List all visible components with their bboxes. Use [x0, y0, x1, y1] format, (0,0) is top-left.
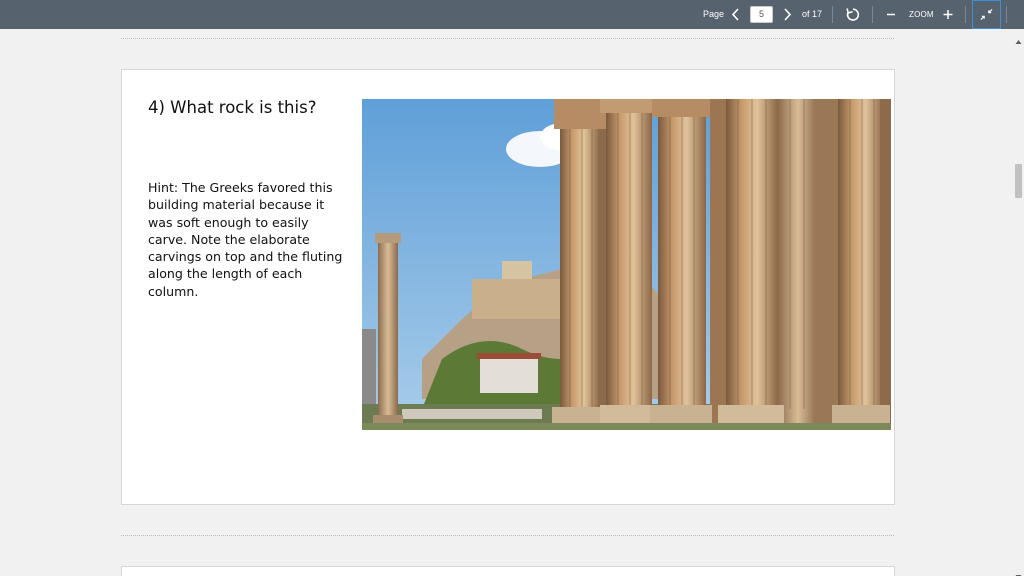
page-total: of 17 [802, 9, 823, 19]
minus-icon[interactable] [884, 6, 898, 23]
chevron-right-icon[interactable] [780, 5, 794, 24]
chevron-left-icon[interactable] [729, 5, 743, 24]
rotate-icon[interactable] [845, 6, 861, 23]
page-separator [121, 38, 894, 39]
page-separator [121, 535, 894, 536]
toolbar-divider [832, 6, 833, 23]
slide-title: 4) What rock is this? [148, 98, 317, 117]
toolbar-divider [872, 6, 873, 23]
viewer-toolbar: Page 5 of 17 ZOOM [0, 0, 1024, 29]
plus-icon[interactable] [941, 6, 955, 23]
scrollbar-thumb[interactable] [1015, 164, 1022, 198]
zoom-label: ZOOM [909, 10, 934, 19]
document-page: 4) What rock is this? Hint: The Greeks f… [121, 69, 895, 505]
vertical-scrollbar[interactable] [1013, 29, 1024, 576]
scroll-up-icon[interactable] [1015, 32, 1022, 44]
hint-text: Hint: The Greeks favored this building m… [148, 180, 343, 299]
page-label: Page [703, 9, 725, 19]
collapse-icon[interactable] [972, 0, 1001, 29]
toolbar-divider [1006, 6, 1007, 23]
page-number-input[interactable]: 5 [750, 6, 773, 23]
toolbar-divider [965, 6, 966, 23]
temple-columns-photo [362, 99, 891, 430]
scroll-down-icon[interactable] [1015, 567, 1022, 576]
next-document-page [121, 566, 895, 576]
